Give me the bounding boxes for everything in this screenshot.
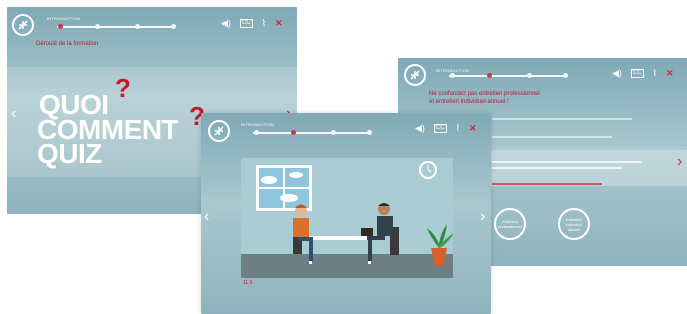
text-line (492, 136, 612, 138)
subtitle: Déroulé de la formation (36, 41, 99, 47)
top-bar: INTRODUCTION ◀) CC ⌇ ✕ (201, 113, 491, 149)
professional-interview-button[interactable]: Entretien professionnel (494, 208, 526, 240)
text-line-red (492, 183, 602, 185)
prev-arrow[interactable]: ‹ (204, 209, 209, 225)
next-arrow[interactable]: › (677, 154, 682, 170)
progress-node[interactable] (171, 24, 176, 29)
progress-bar[interactable] (253, 130, 372, 135)
progress-node[interactable] (58, 24, 63, 29)
progress-node[interactable] (487, 73, 492, 78)
button-label: Entretien individuel annuel (565, 216, 583, 232)
next-arrow[interactable]: › (480, 209, 485, 225)
prev-arrow[interactable]: ‹ (11, 106, 16, 122)
speaker-icon[interactable]: ◀) (415, 123, 425, 133)
logo-icon[interactable] (12, 14, 34, 36)
progress-node[interactable] (367, 130, 372, 135)
text-line (492, 161, 642, 163)
text-line (492, 167, 622, 169)
toolbar: ◀) CC ⌇ ✕ (221, 18, 283, 28)
title-line-1: Ne confondez pas entretien professionnel (429, 91, 540, 97)
progress-node[interactable] (331, 130, 336, 135)
progress-label: INTRODUCTION (47, 16, 81, 21)
progress-node[interactable] (135, 24, 140, 29)
screen-center: INTRODUCTION ◀) CC ⌇ ✕ ‹ › 11 5 (201, 113, 491, 314)
text-line (492, 118, 632, 120)
captions-icon[interactable]: CC (239, 18, 253, 28)
illustration (241, 158, 455, 278)
progress-bar[interactable] (449, 73, 568, 78)
toolbar: ◀) CC ⌇ ✕ (612, 68, 674, 78)
progress-node[interactable] (254, 130, 259, 135)
speaker-icon[interactable]: ◀) (221, 18, 231, 28)
office-scene (241, 161, 455, 278)
close-icon[interactable]: ✕ (469, 123, 477, 133)
progress-label: INTRODUCTION (241, 122, 275, 127)
title-word-quiz: QUIZ (37, 138, 102, 169)
paperclip-icon[interactable]: ⌇ (653, 68, 657, 78)
logo-icon[interactable] (208, 120, 230, 142)
top-bar: INTRODUCTION ◀) CC ⌇ ✕ (7, 7, 297, 43)
button-label: Entretien professionnel (498, 219, 522, 229)
progress-bar[interactable] (57, 24, 176, 29)
captions-icon[interactable]: CC (433, 123, 447, 133)
speaker-icon[interactable]: ◀) (612, 68, 622, 78)
logo-icon[interactable] (404, 64, 426, 86)
progress-node[interactable] (450, 73, 455, 78)
page-counter: 11 5 (243, 280, 253, 286)
progress-node[interactable] (527, 73, 532, 78)
annual-interview-button[interactable]: Entretien individuel annuel (558, 208, 590, 240)
title-line-2: et entretien individuel annuel ! (429, 99, 509, 105)
top-bar: INTRODUCTION ◀) CC ⌇ ✕ (398, 58, 687, 94)
paperclip-icon[interactable]: ⌇ (456, 123, 460, 133)
progress-node[interactable] (291, 130, 296, 135)
toolbar: ◀) CC ⌇ ✕ (415, 123, 477, 133)
progress-node[interactable] (563, 73, 568, 78)
close-icon[interactable]: ✕ (275, 18, 283, 28)
question-mark: ? (115, 73, 131, 103)
progress-node[interactable] (95, 24, 100, 29)
close-icon[interactable]: ✕ (666, 68, 674, 78)
captions-icon[interactable]: CC (630, 68, 644, 78)
paperclip-icon[interactable]: ⌇ (262, 18, 266, 28)
